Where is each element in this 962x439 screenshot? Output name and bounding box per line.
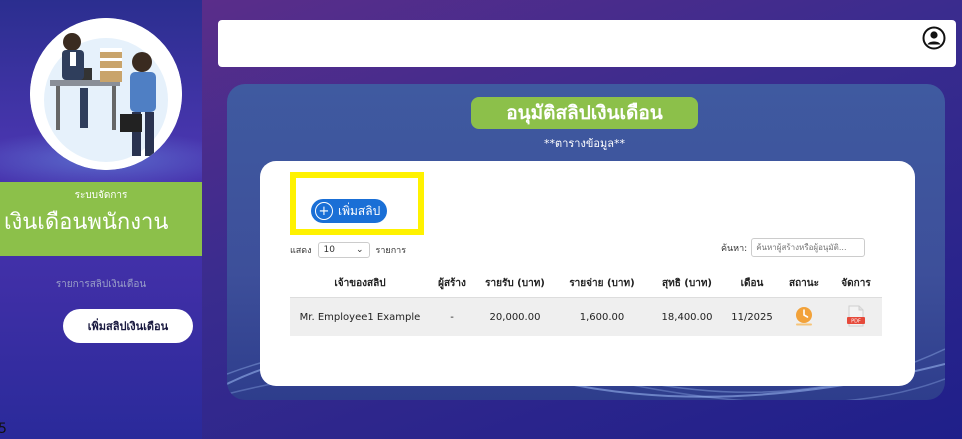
brand-title: เงินเดือนพนักงาน [4,210,169,235]
sidebar: ระบบจัดการ เงินเดือนพนักงาน รายการสลิปเง… [0,0,202,439]
page-length-control: แสดง 10 ⌄ รายการ [290,242,406,258]
svg-text:PDF: PDF [851,318,861,324]
show-suffix: รายการ [375,246,407,256]
page-length-select[interactable]: 10 ⌄ [317,242,370,258]
header-income[interactable]: รายรับ (บาท) [474,269,556,298]
add-payslip-button[interactable]: + เพิ่มสลิป [311,199,387,223]
cell-net: 18,400.00 [648,297,726,336]
page-title: อนุมัติสลิปเงินเดือน [471,97,698,129]
avatar [30,18,182,170]
add-payslip-label: เพิ่มสลิป [338,203,381,218]
page-subtitle: **ตารางข้อมูล** [544,137,625,150]
table-header-row: เจ้าของสลิป ผู้สร้าง รายรับ (บาท) รายจ่า… [290,269,882,298]
page-length-value: 10 [323,245,335,255]
pdf-icon[interactable]: PDF [847,305,865,327]
cell-actions: PDF [830,297,882,336]
add-payslip-nav-button[interactable]: เพิ่มสลิปเงินเดือน [63,309,193,343]
header-creator[interactable]: ผู้สร้าง [430,269,474,298]
header-net[interactable]: สุทธิ (บาท) [648,269,726,298]
header-status[interactable]: สถานะ [778,269,830,298]
search-control: ค้นหา: [721,238,866,257]
top-bar [218,20,956,67]
cell-creator: - [430,297,474,336]
cell-income: 20,000.00 [474,297,556,336]
cell-status [778,297,830,336]
brand-subtitle: ระบบจัดการ [74,190,128,201]
header-month[interactable]: เดือน [726,269,778,298]
brand-banner: ระบบจัดการ เงินเดือนพนักงาน [0,182,202,256]
cell-month: 11/2025 [726,297,778,336]
header-owner[interactable]: เจ้าของสลิป [290,269,430,298]
header-expense[interactable]: รายจ่าย (บาท) [556,269,648,298]
clock-status-icon[interactable] [793,306,815,326]
office-illustration-icon [30,18,182,170]
payslip-table: เจ้าของสลิป ผู้สร้าง รายรับ (บาท) รายจ่า… [290,269,882,336]
cell-expense: 1,600.00 [556,297,648,336]
footer-fragment: 5 [0,421,7,437]
header-actions[interactable]: จัดการ [830,269,882,298]
cell-owner: Mr. Employee1 Example [290,297,430,336]
search-input[interactable] [751,238,866,257]
show-label: แสดง [290,246,312,256]
nav-section-title[interactable]: รายการสลิปเงินเดือน [0,277,202,292]
user-circle-icon[interactable] [922,26,946,50]
table-row: Mr. Employee1 Example - 20,000.00 1,600.… [290,297,882,336]
search-label: ค้นหา: [721,243,748,254]
chevron-down-icon: ⌄ [356,245,364,255]
plus-icon: + [315,202,333,220]
